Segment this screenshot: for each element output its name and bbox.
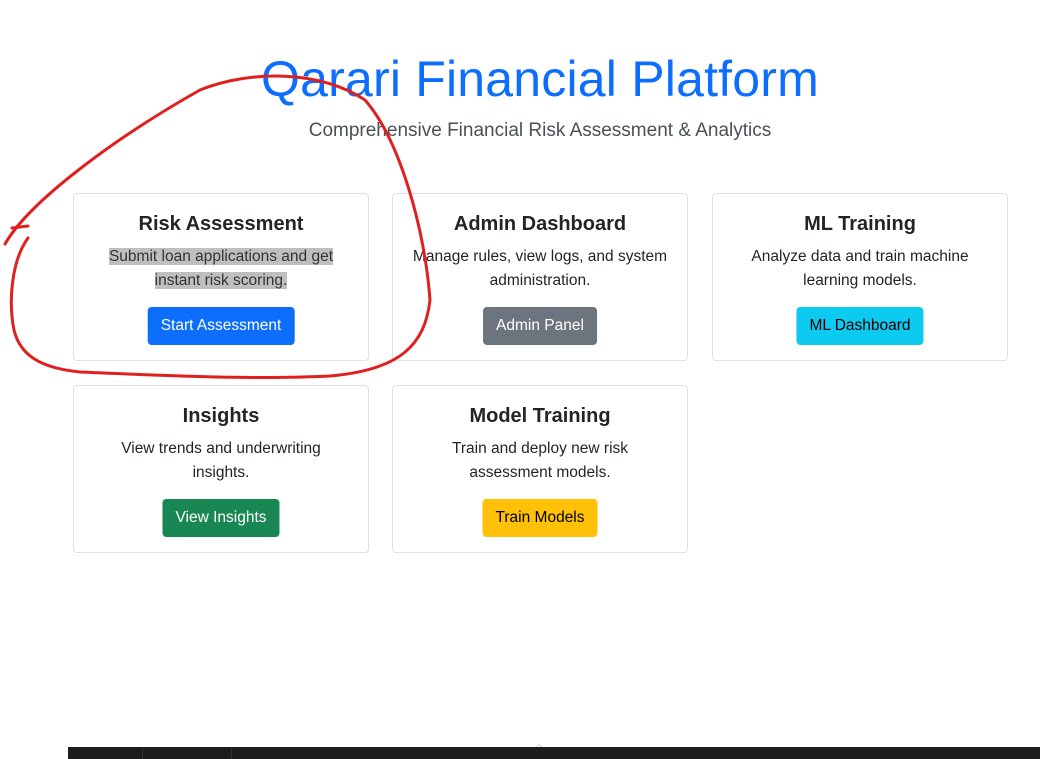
chevron-up-icon[interactable]: ⌃ (534, 742, 544, 756)
card-insights: Insights View trends and underwriting in… (73, 385, 369, 553)
highlighted-text: instant risk scoring. (154, 272, 288, 289)
taskbar-segment (142, 747, 232, 759)
page: Qarari Financial Platform Comprehensive … (0, 0, 1040, 759)
card-description: Submit loan applications and get instant… (86, 245, 356, 293)
card-description-line: insights. (192, 464, 250, 481)
highlighted-text: Submit loan applications and get (108, 248, 334, 265)
train-models-button[interactable]: Train Models (482, 499, 598, 537)
card-description: Train and deploy new risk assessment mod… (405, 437, 675, 485)
card-description: Analyze data and train machine learning … (725, 245, 995, 293)
card-description-line: Analyze data and train machine (751, 248, 969, 265)
card-description: View trends and underwriting insights. (86, 437, 356, 485)
bottom-taskbar: ⌃ (68, 742, 1040, 759)
card-description: Manage rules, view logs, and system admi… (405, 245, 675, 293)
card-description-line: administration. (489, 272, 591, 289)
card-description-line: assessment models. (469, 464, 611, 481)
card-description-line: learning models. (803, 272, 917, 289)
card-title: Risk Assessment (138, 213, 304, 235)
card-description-line: View trends and underwriting (121, 440, 321, 457)
admin-panel-button[interactable]: Admin Panel (483, 307, 597, 345)
card-description-line: Train and deploy new risk (451, 440, 629, 457)
start-assessment-button[interactable]: Start Assessment (147, 307, 295, 345)
card-model-training: Model Training Train and deploy new risk… (392, 385, 688, 553)
card-title: Insights (182, 405, 260, 427)
card-title: Admin Dashboard (453, 213, 627, 235)
card-admin-dashboard: Admin Dashboard Manage rules, view logs,… (392, 193, 688, 361)
card-risk-assessment: Risk Assessment Submit loan applications… (73, 193, 369, 361)
page-subtitle: Comprehensive Financial Risk Assessment … (308, 120, 772, 141)
view-insights-button[interactable]: View Insights (162, 499, 280, 537)
card-title: ML Training (804, 213, 916, 235)
card-title: Model Training (469, 405, 611, 427)
page-title: Qarari Financial Platform (261, 51, 819, 107)
hand-drawn-circle-icon (3, 74, 432, 379)
card-description-line: Manage rules, view logs, and system (412, 248, 668, 265)
ml-dashboard-button[interactable]: ML Dashboard (796, 307, 924, 345)
card-ml-training: ML Training Analyze data and train machi… (712, 193, 1008, 361)
